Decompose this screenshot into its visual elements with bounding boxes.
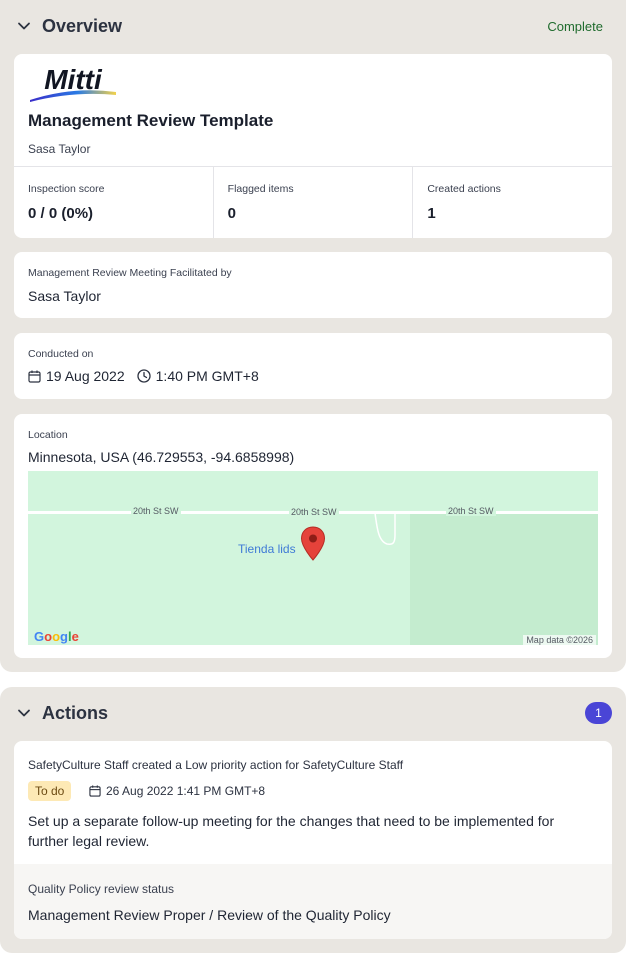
conducted-time: 1:40 PM GMT+8: [155, 368, 259, 384]
report-header-card: Mitti Management Review Template Sasa Ta…: [14, 54, 612, 238]
conducted-date: 19 Aug 2022: [46, 368, 125, 384]
template-title: Management Review Template: [28, 111, 274, 130]
overview-title: Overview: [42, 15, 123, 36]
calendar-icon: [89, 785, 101, 797]
action-source-label: Quality Policy review status: [28, 882, 175, 896]
facilitator-label: Management Review Meeting Facilitated by: [28, 267, 232, 279]
location-map[interactable]: 20th St SW 20th St SW 20th St SW Tienda …: [28, 471, 598, 645]
google-logo: Google: [34, 629, 79, 644]
stat-created-actions[interactable]: Created actions 1: [413, 167, 612, 238]
action-due-text: 26 Aug 2022 1:41 PM GMT+8: [106, 784, 266, 798]
location-value: Minnesota, USA (46.729553, -94.6858998): [28, 449, 295, 465]
conducted-datetime: 19 Aug 2022 1:40 PM GMT+8: [28, 368, 259, 384]
stat-label: Inspection score: [28, 183, 105, 195]
overview-status: Complete: [547, 18, 603, 34]
action-meta: SafetyCulture Staff created a Low priori…: [28, 758, 404, 772]
action-source[interactable]: Quality Policy review status Management …: [14, 864, 612, 939]
stat-value: 0: [227, 205, 237, 222]
facilitator-value: Sasa Taylor: [28, 288, 101, 304]
map-attribution[interactable]: Map data ©2026: [523, 635, 596, 645]
overview-section: Overview Complete Mitti Management Revie…: [0, 0, 626, 672]
stats-row: Inspection score 0 / 0 (0%) Flagged item…: [14, 166, 612, 238]
stat-value: 0 / 0 (0%): [28, 205, 94, 222]
stat-label: Flagged items: [227, 183, 294, 195]
mitti-logo: Mitti: [30, 64, 116, 102]
chevron-down-icon[interactable]: [17, 19, 31, 33]
action-source-path: Management Review Proper / Review of the…: [28, 907, 391, 923]
actions-count-badge: 1: [585, 702, 612, 724]
map-area-block: [410, 513, 598, 645]
action-status-badge[interactable]: To do: [28, 781, 72, 801]
calendar-icon: [28, 370, 41, 383]
facilitator-card: Management Review Meeting Facilitated by…: [14, 252, 612, 318]
map-path: [374, 513, 396, 545]
action-description: Set up a separate follow-up meeting for …: [28, 813, 555, 849]
chevron-down-icon[interactable]: [17, 706, 31, 720]
location-card: Location Minnesota, USA (46.729553, -94.…: [14, 414, 612, 658]
stat-value: 1: [427, 205, 436, 222]
map-road-label: 20th St SW: [446, 506, 496, 516]
stat-label: Created actions: [427, 183, 501, 195]
map-poi-label[interactable]: Tienda lids: [238, 542, 296, 556]
overview-header[interactable]: Overview Complete: [0, 8, 626, 44]
clock-icon: [136, 369, 151, 383]
actions-header[interactable]: Actions 1: [0, 695, 626, 731]
stat-flagged-items[interactable]: Flagged items 0: [214, 167, 414, 238]
action-due-date: 26 Aug 2022 1:41 PM GMT+8: [89, 784, 265, 798]
conducted-label: Conducted on: [28, 348, 94, 360]
map-road-label: 20th St SW: [131, 506, 181, 516]
conducted-on-card: Conducted on 19 Aug 2022 1:40 PM GMT+8: [14, 333, 612, 399]
stat-inspection-score: Inspection score 0 / 0 (0%): [14, 167, 214, 238]
location-label: Location: [28, 429, 68, 441]
action-item-card[interactable]: SafetyCulture Staff created a Low priori…: [14, 741, 612, 939]
template-author: Sasa Taylor: [28, 142, 91, 156]
map-road-label: 20th St SW: [289, 507, 339, 517]
map-pin-icon[interactable]: [300, 526, 326, 562]
actions-title: Actions: [42, 702, 109, 723]
